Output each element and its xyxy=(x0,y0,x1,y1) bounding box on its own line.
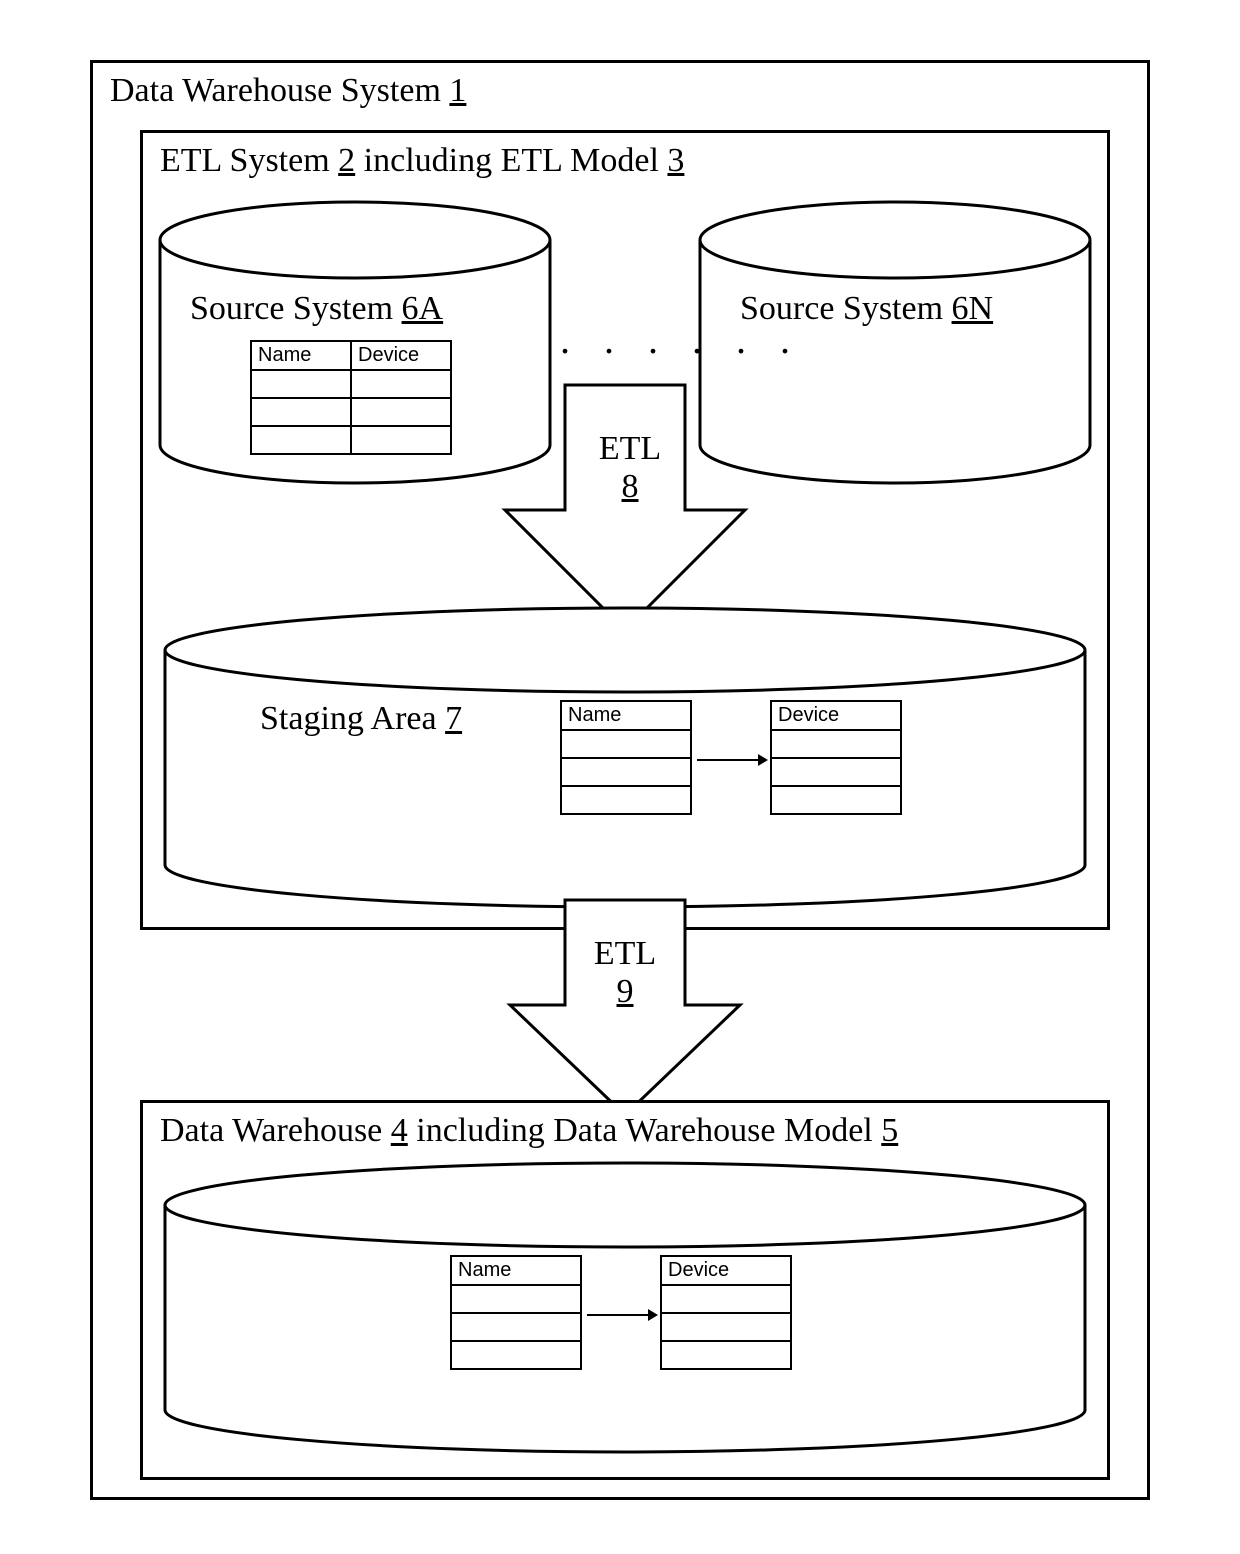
source-a-col-device: Device xyxy=(351,341,451,370)
warehouse-right-header: Device xyxy=(661,1256,791,1285)
table-cell xyxy=(351,398,451,426)
table-cell xyxy=(251,370,351,398)
source-a-table: Name Device xyxy=(250,340,452,455)
ellipsis-dots: . . . . . . xyxy=(560,320,802,360)
staging-table-right: Device xyxy=(770,700,902,815)
etl-8-text: ETL xyxy=(599,430,661,467)
table-cell xyxy=(561,730,691,758)
warehouse-title: Data Warehouse 4 including Data Warehous… xyxy=(160,1112,898,1150)
table-cell xyxy=(451,1341,581,1369)
staging-left-header: Name xyxy=(561,701,691,730)
warehouse-prefix: Data Warehouse xyxy=(160,1112,391,1149)
table-cell xyxy=(771,786,901,814)
warehouse-table-right: Device xyxy=(660,1255,792,1370)
outer-title-text: Data Warehouse System xyxy=(110,72,449,109)
source-a-prefix: Source System xyxy=(190,290,402,327)
table-cell xyxy=(661,1313,791,1341)
etl-title-num: 2 xyxy=(338,142,355,179)
etl-9-num: 9 xyxy=(617,973,634,1010)
warehouse-num2: 5 xyxy=(881,1112,898,1149)
staging-table-left: Name xyxy=(560,700,692,815)
outer-title: Data Warehouse System 1 xyxy=(110,72,466,110)
staging-num: 7 xyxy=(445,700,462,737)
source-n-num: 6N xyxy=(952,290,994,327)
warehouse-num: 4 xyxy=(391,1112,408,1149)
etl-8-num: 8 xyxy=(622,468,639,505)
warehouse-left-header: Name xyxy=(451,1256,581,1285)
source-a-col-name: Name xyxy=(251,341,351,370)
etl-8-arrow xyxy=(495,380,755,640)
table-cell xyxy=(351,370,451,398)
warehouse-table-left: Name xyxy=(450,1255,582,1370)
warehouse-mid: including Data Warehouse Model xyxy=(408,1112,881,1149)
source-a-num: 6A xyxy=(402,290,444,327)
staging-prefix: Staging Area xyxy=(260,700,445,737)
etl-title-prefix: ETL System xyxy=(160,142,338,179)
table-cell xyxy=(771,730,901,758)
table-cell xyxy=(451,1285,581,1313)
etl-title-mid: including ETL Model xyxy=(355,142,667,179)
table-cell xyxy=(251,426,351,454)
staging-label: Staging Area 7 xyxy=(260,700,462,738)
etl-9-label: ETL 9 xyxy=(585,935,665,1011)
source-a-label: Source System 6A xyxy=(190,290,443,328)
table-cell xyxy=(451,1313,581,1341)
table-cell xyxy=(351,426,451,454)
table-cell xyxy=(251,398,351,426)
table-cell xyxy=(661,1341,791,1369)
warehouse-link-arrow-icon xyxy=(585,1305,660,1325)
etl-title-num2: 3 xyxy=(667,142,684,179)
table-cell xyxy=(561,758,691,786)
table-cell xyxy=(561,786,691,814)
staging-right-header: Device xyxy=(771,701,901,730)
staging-link-arrow-icon xyxy=(695,750,770,770)
etl-system-title: ETL System 2 including ETL Model 3 xyxy=(160,142,684,180)
etl-9-text: ETL xyxy=(594,935,656,972)
table-cell xyxy=(661,1285,791,1313)
table-cell xyxy=(771,758,901,786)
etl-8-label: ETL 8 xyxy=(590,430,670,506)
outer-title-num: 1 xyxy=(449,72,466,109)
